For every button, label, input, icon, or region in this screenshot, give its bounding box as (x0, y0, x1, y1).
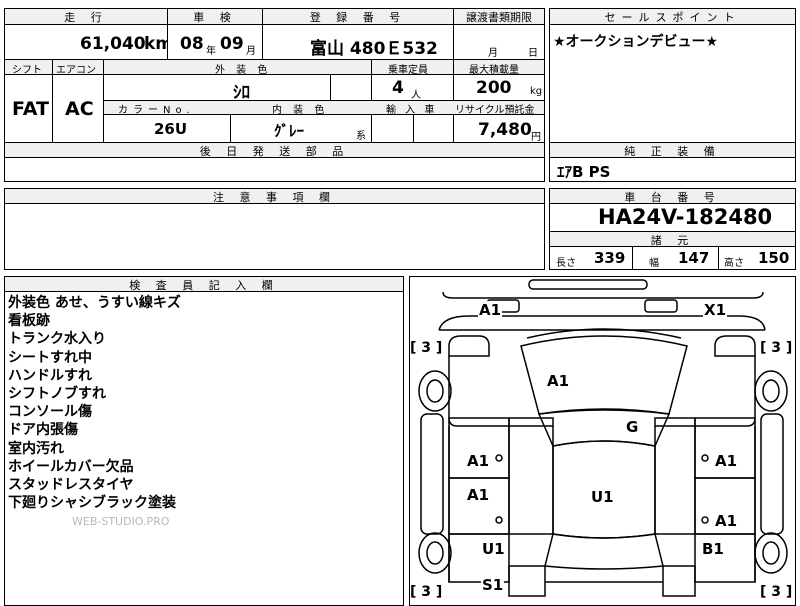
grade-front-right: X1 (703, 301, 728, 319)
inspector-note: トランク水入り (8, 331, 106, 348)
inspector-note: スタッドレスタイヤ (8, 477, 134, 494)
registration-value: 富山 480Ｅ532 (310, 39, 438, 59)
recycle-unit: 円 (531, 132, 541, 143)
grade-front-left: A1 (478, 301, 503, 319)
transfer-day-unit: 日 (528, 48, 538, 59)
color-no-value: 26U (154, 120, 188, 138)
equipment-value: ｴｱB PS (557, 163, 611, 181)
inspector-label: 検 査 員 記 入 欄 (5, 277, 403, 291)
ac-value: AC (65, 98, 94, 120)
import-label: 輸 入 車 (386, 105, 438, 116)
caution-label: 注 意 事 項 欄 (5, 189, 544, 203)
length-value: 339 (594, 249, 626, 267)
sales-point-label: セールスポイント (550, 9, 795, 24)
mileage-value: 61,040 (80, 34, 146, 54)
inspector-note: 看板跡 (8, 313, 50, 330)
int-color-value: ｸﾞﾚｰ (274, 122, 305, 140)
capacity-unit: 人 (411, 90, 421, 101)
load-label: 最大積載量 (469, 65, 519, 76)
inspection-month-unit: 月 (246, 46, 256, 57)
inspection-month: 09 (220, 34, 244, 54)
mileage-label: 走 行 (5, 9, 167, 24)
grade-rear-door-left: A1 (466, 486, 491, 504)
recycle-value: 7,480 (478, 120, 532, 140)
recycle-label: リサイクル預託金 (455, 105, 535, 116)
color-no-label: カラーNo. (118, 105, 195, 116)
load-value: 200 (476, 78, 512, 98)
grade-front-door-right: A1 (714, 452, 739, 470)
inspector-note: シフトノブすれ (8, 386, 106, 403)
ext-color-value: ｼﾛ (233, 83, 250, 103)
inspector-note: 外装色 あせ、うすい線キズ (8, 295, 181, 311)
ac-label: エアコン (56, 65, 96, 76)
inspector-note: ホイールカバー欠品 (8, 458, 134, 475)
tire-front-left: [ 3 ] (410, 340, 443, 356)
ext-color-label: 外 装 色 (215, 65, 272, 76)
grade-front-door-left: A1 (466, 452, 491, 470)
registration-label: 登 録 番 号 (263, 9, 453, 24)
inspector-note: ドア内張傷 (8, 422, 78, 439)
inspection-label: 車 検 (168, 9, 262, 24)
inspection-year-unit: 年 (206, 46, 216, 57)
grade-rear-left: S1 (481, 576, 505, 594)
grade-roof: U1 (590, 488, 615, 506)
transfer-month-unit: 月 (488, 48, 498, 59)
inspection-year: 08 (180, 34, 204, 54)
equipment-label: 純 正 装 備 (550, 143, 795, 157)
shift-label: シフト (12, 65, 42, 76)
int-color-suffix: 系 (356, 131, 366, 142)
height-label: 高さ (724, 258, 744, 269)
inspector-note: ハンドルすれ (8, 367, 92, 384)
specs-label: 諸 元 (550, 232, 795, 246)
capacity-label: 乗車定員 (388, 65, 428, 76)
tire-rear-left: [ 3 ] (410, 584, 443, 600)
transfer-label: 譲渡書類期限 (454, 9, 544, 24)
watermark: WEB-STUDIO.PRO (72, 515, 170, 528)
parts-label: 後 日 発 送 部 品 (5, 143, 544, 157)
grade-windshield: G (625, 418, 640, 436)
height-value: 150 (758, 249, 790, 267)
sales-point-text: ★オークションデビュー★ (553, 34, 719, 50)
grade-rear-door-right: A1 (714, 512, 739, 530)
width-value: 147 (678, 249, 710, 267)
chassis-label: 車 台 番 号 (550, 189, 795, 203)
inspector-note: 下廻りシャシブラック塗装 (8, 495, 176, 512)
int-color-label: 内 装 色 (272, 105, 329, 116)
tire-front-right: [ 3 ] (760, 340, 793, 356)
width-label: 幅 (649, 258, 659, 269)
inspector-notes: 外装色 あせ、うすい線キズ 看板跡 トランク水入り シートすれ中 ハンドルすれ … (8, 294, 181, 512)
grade-hood: A1 (546, 372, 571, 390)
grade-rear-quarter-right: B1 (701, 540, 725, 558)
grade-rear-quarter-left: U1 (481, 540, 506, 558)
capacity-value: 4 (392, 78, 404, 98)
chassis-value: HA24V-182480 (598, 205, 773, 229)
inspector-note: コンソール傷 (8, 404, 92, 421)
inspector-note: 室内汚れ (8, 440, 64, 457)
inspector-note: シートすれ中 (8, 349, 92, 366)
car-diagram (418, 279, 788, 597)
tire-rear-right: [ 3 ] (760, 584, 793, 600)
shift-value: FAT (12, 98, 49, 120)
length-label: 長さ (556, 258, 576, 269)
load-unit: kg (530, 86, 543, 97)
